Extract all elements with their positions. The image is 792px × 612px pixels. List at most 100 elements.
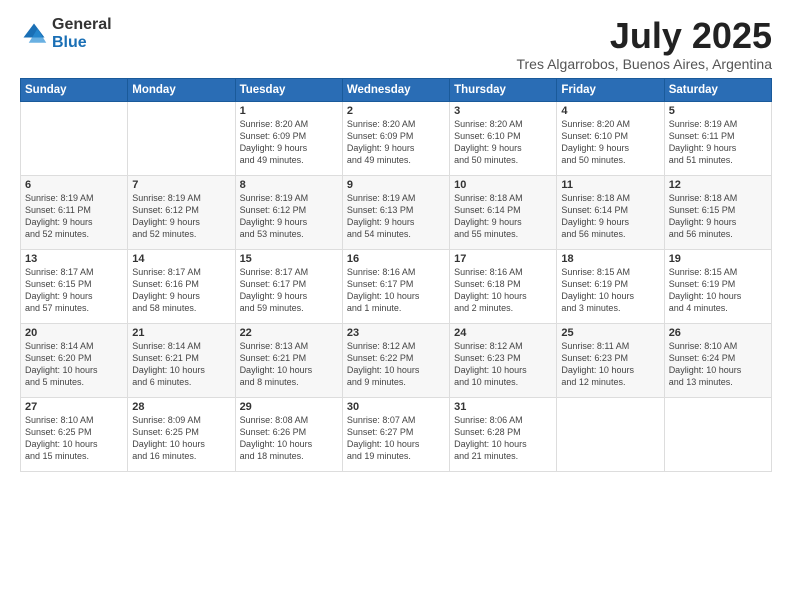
- day-cell: [664, 397, 771, 471]
- col-thursday: Thursday: [450, 78, 557, 101]
- day-number: 3: [454, 105, 552, 117]
- day-number: 4: [561, 105, 659, 117]
- day-cell: 2Sunrise: 8:20 AM Sunset: 6:09 PM Daylig…: [342, 101, 449, 175]
- week-row-1: 1 Sunrise: 8:20 AM Sunset: 6:09 PM Daylig…: [21, 101, 772, 175]
- day-info: Sunrise: 8:19 AM Sunset: 6:12 PM Dayligh…: [240, 192, 338, 241]
- day-info: Sunrise: 8:17 AM Sunset: 6:16 PM Dayligh…: [132, 266, 230, 315]
- day-info: Sunrise: 8:14 AM Sunset: 6:20 PM Dayligh…: [25, 340, 123, 389]
- logo-general: General: [52, 16, 112, 34]
- day-info: Sunrise: 8:12 AM Sunset: 6:23 PM Dayligh…: [454, 340, 552, 389]
- day-number: 11: [561, 179, 659, 191]
- day-cell: 11Sunrise: 8:18 AM Sunset: 6:14 PM Dayli…: [557, 175, 664, 249]
- day-cell: 23Sunrise: 8:12 AM Sunset: 6:22 PM Dayli…: [342, 323, 449, 397]
- day-number: 31: [454, 401, 552, 413]
- week-row-2: 6Sunrise: 8:19 AM Sunset: 6:11 PM Daylig…: [21, 175, 772, 249]
- day-info: Sunrise: 8:18 AM Sunset: 6:14 PM Dayligh…: [561, 192, 659, 241]
- day-info: Sunrise: 8:18 AM Sunset: 6:14 PM Dayligh…: [454, 192, 552, 241]
- logo-blue: Blue: [52, 34, 112, 52]
- day-info: Sunrise: 8:15 AM Sunset: 6:19 PM Dayligh…: [669, 266, 767, 315]
- day-cell: 6Sunrise: 8:19 AM Sunset: 6:11 PM Daylig…: [21, 175, 128, 249]
- day-info: Sunrise: 8:10 AM Sunset: 6:25 PM Dayligh…: [25, 414, 123, 463]
- day-cell: 1Sunrise: 8:20 AM Sunset: 6:09 PM Daylig…: [235, 101, 342, 175]
- day-cell: 12Sunrise: 8:18 AM Sunset: 6:15 PM Dayli…: [664, 175, 771, 249]
- day-info: Sunrise: 8:20 AM Sunset: 6:10 PM Dayligh…: [561, 118, 659, 167]
- week-row-4: 20Sunrise: 8:14 AM Sunset: 6:20 PM Dayli…: [21, 323, 772, 397]
- day-number: 9: [347, 179, 445, 191]
- day-info: Sunrise: 8:16 AM Sunset: 6:18 PM Dayligh…: [454, 266, 552, 315]
- day-number: 29: [240, 401, 338, 413]
- day-cell: 5Sunrise: 8:19 AM Sunset: 6:11 PM Daylig…: [664, 101, 771, 175]
- day-number: 12: [669, 179, 767, 191]
- day-cell: [557, 397, 664, 471]
- day-info: Sunrise: 8:06 AM Sunset: 6:28 PM Dayligh…: [454, 414, 552, 463]
- day-info: Sunrise: 8:08 AM Sunset: 6:26 PM Dayligh…: [240, 414, 338, 463]
- day-cell: 26Sunrise: 8:10 AM Sunset: 6:24 PM Dayli…: [664, 323, 771, 397]
- day-cell: 8Sunrise: 8:19 AM Sunset: 6:12 PM Daylig…: [235, 175, 342, 249]
- day-info: Sunrise: 8:09 AM Sunset: 6:25 PM Dayligh…: [132, 414, 230, 463]
- day-cell: 27Sunrise: 8:10 AM Sunset: 6:25 PM Dayli…: [21, 397, 128, 471]
- week-row-3: 13Sunrise: 8:17 AM Sunset: 6:15 PM Dayli…: [21, 249, 772, 323]
- col-tuesday: Tuesday: [235, 78, 342, 101]
- day-cell: 13Sunrise: 8:17 AM Sunset: 6:15 PM Dayli…: [21, 249, 128, 323]
- day-cell: 22Sunrise: 8:13 AM Sunset: 6:21 PM Dayli…: [235, 323, 342, 397]
- day-info: Sunrise: 8:13 AM Sunset: 6:21 PM Dayligh…: [240, 340, 338, 389]
- day-number: 21: [132, 327, 230, 339]
- day-cell: 20Sunrise: 8:14 AM Sunset: 6:20 PM Dayli…: [21, 323, 128, 397]
- day-cell: 21Sunrise: 8:14 AM Sunset: 6:21 PM Dayli…: [128, 323, 235, 397]
- day-cell: 25Sunrise: 8:11 AM Sunset: 6:23 PM Dayli…: [557, 323, 664, 397]
- day-info: Sunrise: 8:11 AM Sunset: 6:23 PM Dayligh…: [561, 340, 659, 389]
- col-wednesday: Wednesday: [342, 78, 449, 101]
- logo-icon: [20, 20, 48, 48]
- calendar-table: Sunday Monday Tuesday Wednesday Thursday…: [20, 78, 772, 472]
- day-number: 2: [347, 105, 445, 117]
- day-number: 10: [454, 179, 552, 191]
- day-number: 6: [25, 179, 123, 191]
- logo: General Blue: [20, 16, 112, 51]
- col-saturday: Saturday: [664, 78, 771, 101]
- day-number: 24: [454, 327, 552, 339]
- day-cell: 4Sunrise: 8:20 AM Sunset: 6:10 PM Daylig…: [557, 101, 664, 175]
- day-info: Sunrise: 8:18 AM Sunset: 6:15 PM Dayligh…: [669, 192, 767, 241]
- calendar-subtitle: Tres Algarrobos, Buenos Aires, Argentina: [516, 56, 772, 72]
- header: General Blue July 2025 Tres Algarrobos, …: [20, 16, 772, 72]
- day-number: 19: [669, 253, 767, 265]
- day-cell: 29Sunrise: 8:08 AM Sunset: 6:26 PM Dayli…: [235, 397, 342, 471]
- day-cell: 15Sunrise: 8:17 AM Sunset: 6:17 PM Dayli…: [235, 249, 342, 323]
- day-info: Sunrise: 8:10 AM Sunset: 6:24 PM Dayligh…: [669, 340, 767, 389]
- day-info: Sunrise: 8:19 AM Sunset: 6:12 PM Dayligh…: [132, 192, 230, 241]
- day-cell: 31Sunrise: 8:06 AM Sunset: 6:28 PM Dayli…: [450, 397, 557, 471]
- day-number: 28: [132, 401, 230, 413]
- day-number: 27: [25, 401, 123, 413]
- day-cell: 10Sunrise: 8:18 AM Sunset: 6:14 PM Dayli…: [450, 175, 557, 249]
- day-info: Sunrise: 8:17 AM Sunset: 6:17 PM Dayligh…: [240, 266, 338, 315]
- day-info: Sunrise: 8:19 AM Sunset: 6:11 PM Dayligh…: [669, 118, 767, 167]
- day-cell: 18Sunrise: 8:15 AM Sunset: 6:19 PM Dayli…: [557, 249, 664, 323]
- day-number: 20: [25, 327, 123, 339]
- day-cell: [128, 101, 235, 175]
- day-number: 8: [240, 179, 338, 191]
- day-info: Sunrise: 8:17 AM Sunset: 6:15 PM Dayligh…: [25, 266, 123, 315]
- week-row-5: 27Sunrise: 8:10 AM Sunset: 6:25 PM Dayli…: [21, 397, 772, 471]
- day-info: Sunrise: 8:20 AM Sunset: 6:09 PM Dayligh…: [347, 118, 445, 167]
- calendar-title: July 2025: [516, 16, 772, 56]
- day-number: 15: [240, 253, 338, 265]
- day-number: 1: [240, 105, 338, 117]
- day-info: Sunrise: 8:12 AM Sunset: 6:22 PM Dayligh…: [347, 340, 445, 389]
- page-container: General Blue July 2025 Tres Algarrobos, …: [0, 0, 792, 612]
- day-cell: [21, 101, 128, 175]
- logo-text: General Blue: [52, 16, 112, 51]
- col-friday: Friday: [557, 78, 664, 101]
- day-info: Sunrise: 8:19 AM Sunset: 6:11 PM Dayligh…: [25, 192, 123, 241]
- day-cell: 28Sunrise: 8:09 AM Sunset: 6:25 PM Dayli…: [128, 397, 235, 471]
- day-number: 26: [669, 327, 767, 339]
- day-info: Sunrise: 8:15 AM Sunset: 6:19 PM Dayligh…: [561, 266, 659, 315]
- day-number: 14: [132, 253, 230, 265]
- day-number: 30: [347, 401, 445, 413]
- day-number: 7: [132, 179, 230, 191]
- day-cell: 24Sunrise: 8:12 AM Sunset: 6:23 PM Dayli…: [450, 323, 557, 397]
- day-number: 25: [561, 327, 659, 339]
- col-monday: Monday: [128, 78, 235, 101]
- calendar-header-row: Sunday Monday Tuesday Wednesday Thursday…: [21, 78, 772, 101]
- title-block: July 2025 Tres Algarrobos, Buenos Aires,…: [516, 16, 772, 72]
- col-sunday: Sunday: [21, 78, 128, 101]
